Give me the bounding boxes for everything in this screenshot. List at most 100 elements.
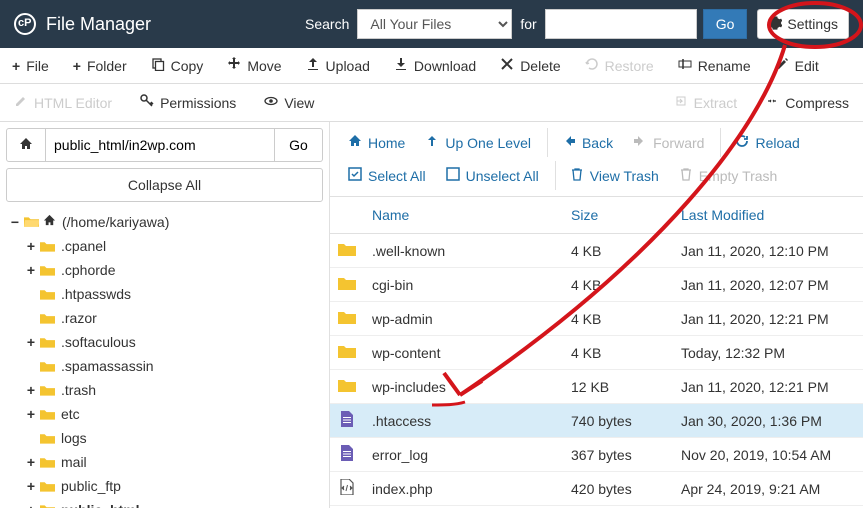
tree-item[interactable]: + public_html — [26, 498, 323, 508]
unselect-all-button[interactable]: Unselect All — [436, 161, 549, 190]
file-row[interactable]: .well-known4 KBJan 11, 2020, 12:10 PM — [330, 234, 863, 268]
tree-expand-icon[interactable]: + — [26, 259, 36, 281]
download-button[interactable]: Download — [382, 48, 488, 83]
permissions-button[interactable]: Permissions — [126, 84, 250, 121]
tree-label[interactable]: mail — [59, 450, 89, 474]
tree-expand-icon[interactable]: + — [26, 475, 36, 497]
search-input[interactable] — [545, 9, 697, 39]
tree-item[interactable]: + .softaculous — [26, 330, 323, 354]
file-row[interactable]: wp-content4 KBToday, 12:32 PM — [330, 336, 863, 370]
file-row[interactable]: cgi-bin4 KBJan 11, 2020, 12:07 PM — [330, 268, 863, 302]
tree-label[interactable]: public_ftp — [59, 474, 123, 498]
tree-label[interactable]: .trash — [59, 378, 98, 402]
path-go-button[interactable]: Go — [275, 128, 323, 162]
search-scope-select[interactable]: All Your Files — [357, 9, 512, 39]
move-button[interactable]: Move — [215, 48, 293, 83]
file-size: 4 KB — [563, 336, 673, 370]
html-editor-button[interactable]: HTML Editor — [0, 84, 126, 121]
file-row[interactable]: index.php420 bytesApr 24, 2019, 9:21 AM — [330, 472, 863, 506]
upload-button[interactable]: Upload — [294, 48, 382, 83]
tree-expand-icon[interactable]: + — [26, 499, 36, 508]
reload-button[interactable]: Reload — [720, 128, 809, 157]
restore-icon — [585, 57, 599, 74]
folder-tree: − (/home/kariyawa) + .cpanel + .cphorde.htp… — [6, 210, 323, 508]
tree-label[interactable]: .razor — [59, 306, 99, 330]
file-name: cgi-bin — [364, 268, 563, 302]
file-modified: Nov 20, 2019, 10:54 AM — [673, 438, 863, 472]
file-size: 4 KB — [563, 302, 673, 336]
file-modified: Jan 11, 2020, 12:21 PM — [673, 302, 863, 336]
back-button[interactable]: Back — [547, 128, 623, 157]
tree-label[interactable]: logs — [59, 426, 89, 450]
path-input[interactable] — [46, 128, 275, 162]
tree-item[interactable]: .htpasswds — [26, 282, 323, 306]
tree-item[interactable]: + .cpanel — [26, 234, 323, 258]
file-icon — [338, 445, 356, 461]
view-button[interactable]: View — [250, 84, 328, 121]
download-icon — [394, 57, 408, 74]
file-row[interactable]: wp-includes12 KBJan 11, 2020, 12:21 PM — [330, 370, 863, 404]
tree-label[interactable]: .cpanel — [59, 234, 108, 258]
col-modified[interactable]: Last Modified — [673, 197, 863, 234]
extract-button[interactable]: Extract — [660, 84, 752, 121]
tree-item[interactable]: + etc — [26, 402, 323, 426]
tree-label[interactable]: .htpasswds — [59, 282, 133, 306]
compress-button[interactable]: Compress — [751, 84, 863, 121]
tree-label[interactable]: .cphorde — [59, 258, 117, 282]
home-nav-button[interactable]: Home — [338, 128, 415, 157]
tree-expand-icon[interactable]: + — [26, 379, 36, 401]
empty-trash-button[interactable]: Empty Trash — [669, 161, 788, 190]
tree-expand-icon[interactable]: + — [26, 331, 36, 353]
tree-label[interactable]: .spamassassin — [59, 354, 156, 378]
forward-button[interactable]: Forward — [623, 128, 714, 157]
tree-item[interactable]: .razor — [26, 306, 323, 330]
tree-item[interactable]: + mail — [26, 450, 323, 474]
copy-icon — [151, 57, 165, 74]
home-button[interactable] — [6, 128, 46, 162]
folder-icon — [338, 241, 356, 257]
tree-label[interactable]: .softaculous — [59, 330, 138, 354]
tree-item[interactable]: + .trash — [26, 378, 323, 402]
tree-label[interactable]: etc — [59, 402, 82, 426]
tree-root[interactable]: (/home/kariyawa) — [60, 210, 171, 234]
tree-item[interactable]: + .cphorde — [26, 258, 323, 282]
file-row[interactable]: .htaccess740 bytesJan 30, 2020, 1:36 PM — [330, 404, 863, 438]
file-modified: Apr 24, 2019, 9:21 AM — [673, 472, 863, 506]
file-name: license.txt — [364, 506, 563, 509]
col-name[interactable]: Name — [364, 197, 563, 234]
file-row[interactable]: wp-admin4 KBJan 11, 2020, 12:21 PM — [330, 302, 863, 336]
folder-icon — [40, 432, 55, 444]
view-trash-button[interactable]: View Trash — [555, 161, 669, 190]
delete-icon — [500, 57, 514, 74]
rename-button[interactable]: Rename — [666, 48, 763, 83]
new-file-button[interactable]: +File — [0, 48, 61, 83]
copy-button[interactable]: Copy — [139, 48, 216, 83]
file-row[interactable]: license.txt19.47 KBJan 11, 2020, 12:21 P… — [330, 506, 863, 509]
col-size[interactable]: Size — [563, 197, 673, 234]
tree-item[interactable]: + public_ftp — [26, 474, 323, 498]
tree-expand-icon[interactable]: + — [26, 235, 36, 257]
folder-icon — [40, 408, 55, 420]
search-go-button[interactable]: Go — [703, 9, 748, 39]
file-modified: Today, 12:32 PM — [673, 336, 863, 370]
tree-item[interactable]: .spamassassin — [26, 354, 323, 378]
tree-item[interactable]: logs — [26, 426, 323, 450]
edit-button[interactable]: Edit — [763, 48, 831, 83]
file-name: error_log — [364, 438, 563, 472]
select-all-button[interactable]: Select All — [338, 161, 436, 190]
restore-button[interactable]: Restore — [573, 48, 666, 83]
up-level-button[interactable]: Up One Level — [415, 128, 541, 157]
new-folder-button[interactable]: +Folder — [61, 48, 139, 83]
secondary-toolbar: HTML Editor Permissions View Extract Com… — [0, 84, 863, 122]
tree-expand-icon[interactable]: + — [26, 451, 36, 473]
settings-button[interactable]: Settings — [757, 9, 849, 39]
delete-button[interactable]: Delete — [488, 48, 572, 83]
file-row[interactable]: error_log367 bytesNov 20, 2019, 10:54 AM — [330, 438, 863, 472]
tree-expand-icon[interactable]: + — [26, 403, 36, 425]
upload-icon — [306, 57, 320, 74]
tree-collapse-icon[interactable]: − — [10, 211, 20, 233]
collapse-all-button[interactable]: Collapse All — [6, 168, 323, 202]
file-size: 420 bytes — [563, 472, 673, 506]
tree-label[interactable]: public_html — [59, 498, 142, 508]
folder-icon — [40, 288, 55, 300]
